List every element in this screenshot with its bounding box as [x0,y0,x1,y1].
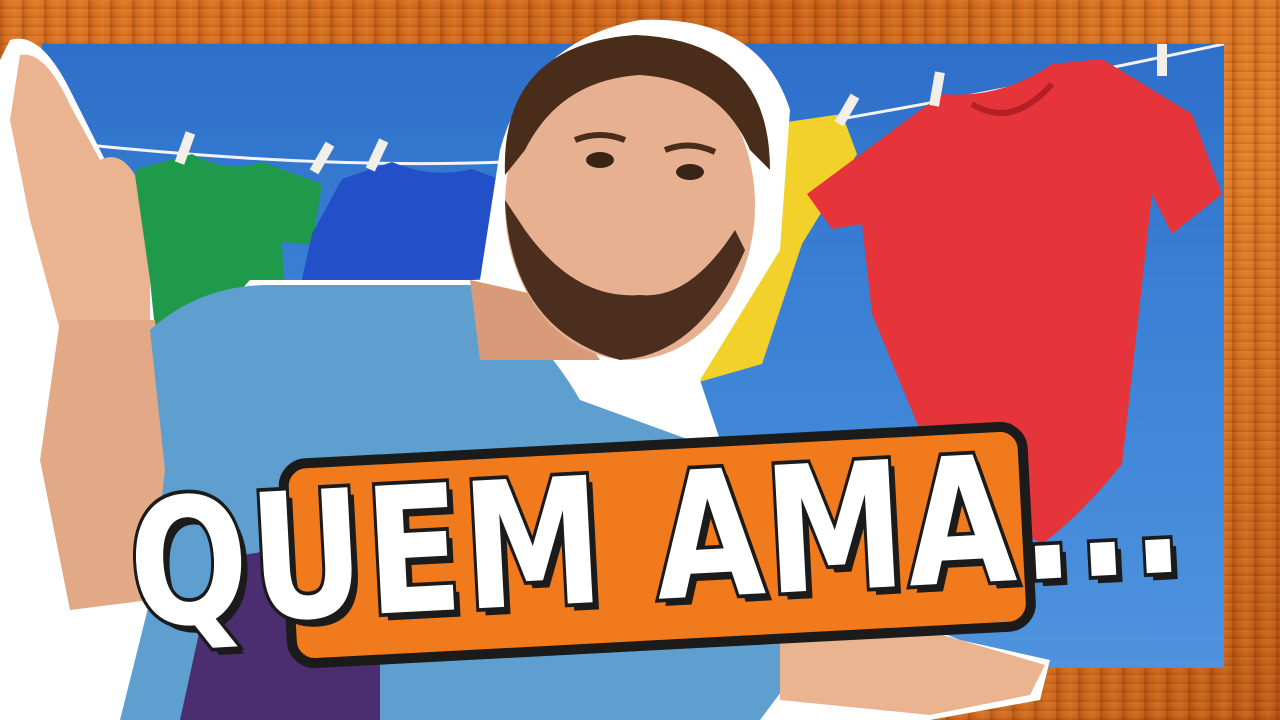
caption-banner: QUEM AMA... [121,391,1193,690]
caption-text: QUEM AMA... [121,407,1193,672]
